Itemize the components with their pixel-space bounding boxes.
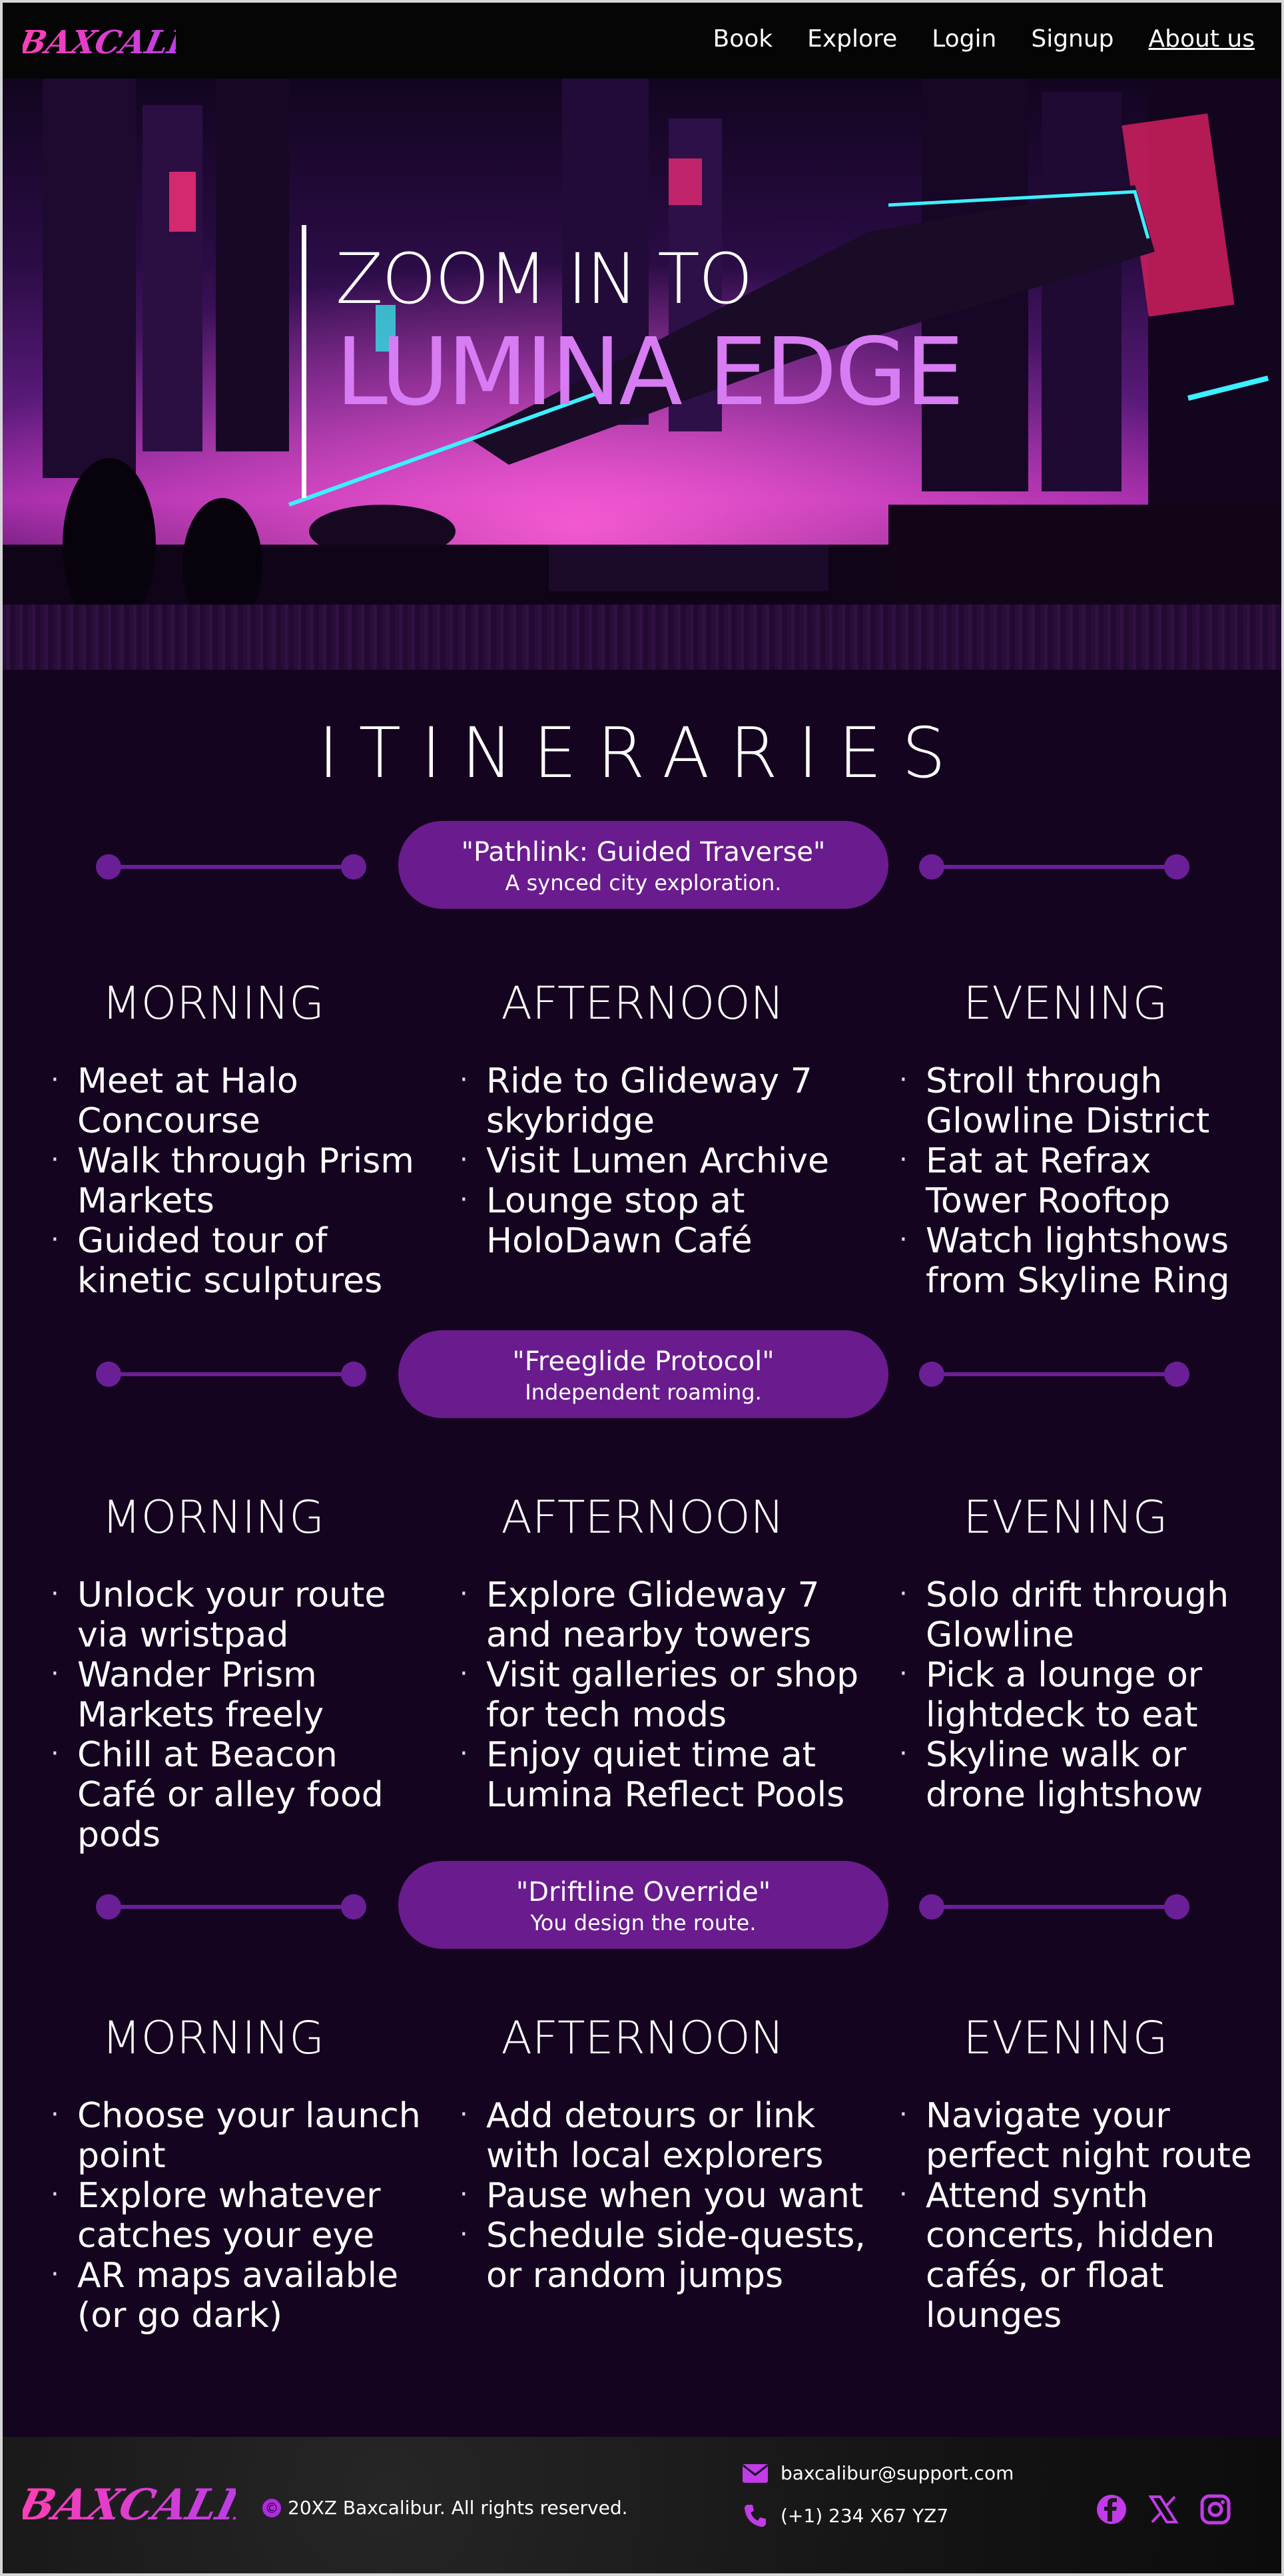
- banner-line: [931, 1372, 1177, 1376]
- email-text: baxcalibur@support.com: [781, 2462, 1014, 2484]
- list-item: AR maps available (or go dark): [51, 2254, 424, 2336]
- svg-text:BAXCALIBUR: BAXCALIBUR: [23, 2480, 236, 2530]
- facebook-icon[interactable]: [1095, 2493, 1128, 2526]
- morning-list: Unlock your route via wristpad Wander Pr…: [51, 1574, 424, 1855]
- nav-explore-link[interactable]: Explore: [807, 25, 897, 53]
- banner-line: [108, 865, 354, 869]
- itinerary-name: "Driftline Override": [515, 1877, 771, 1908]
- column-heading-evening: EVENING: [963, 977, 1168, 1030]
- column-heading-morning: MORNING: [102, 2012, 324, 2065]
- hero-headline-line1: ZOOM IN TO: [336, 238, 753, 320]
- column-heading-afternoon: AFTERNOON: [501, 2012, 785, 2065]
- banner-line: [108, 1372, 354, 1376]
- footer-brand-logo[interactable]: BAXCALIBUR: [23, 2463, 236, 2543]
- phone-icon: [745, 2505, 766, 2527]
- afternoon-list: Explore Glideway 7 and nearby towers Vis…: [460, 1574, 872, 1815]
- svg-text:BAXCALIBUR: BAXCALIBUR: [23, 23, 176, 61]
- afternoon-list: Add detours or link with local explorers…: [460, 2095, 872, 2296]
- banner-dot: [341, 854, 366, 880]
- column-heading-afternoon: AFTERNOON: [501, 977, 785, 1030]
- top-navbar: BAXCALIBUR Book Explore Login Signup Abo…: [3, 3, 1281, 79]
- evening-list: Navigate your perfect night route Attend…: [899, 2095, 1262, 2336]
- site-footer: BAXCALIBUR © 20XZ Baxcalibur. All rights…: [3, 2437, 1281, 2573]
- list-item: Add detours or link with local explorers: [460, 2095, 872, 2176]
- brand-logo[interactable]: BAXCALIBUR: [23, 15, 176, 68]
- list-item: Unlock your route via wristpad: [51, 1574, 424, 1655]
- contact-phone[interactable]: (+1) 234 X67 YZ7: [742, 2502, 948, 2529]
- banner-dot: [1164, 1362, 1189, 1387]
- x-icon[interactable]: [1147, 2493, 1180, 2526]
- list-item: Meet at Halo Concourse: [51, 1060, 424, 1141]
- nav-signup-link[interactable]: Signup: [1031, 25, 1114, 53]
- list-item: Explore whatever catches your eye: [51, 2175, 424, 2256]
- hero-banner: ZOOM IN TO LUMINA EDGE: [3, 79, 1281, 605]
- itinerary-subtitle: Independent roaming.: [525, 1380, 762, 1405]
- column-heading-afternoon: AFTERNOON: [501, 1491, 785, 1544]
- banner-dot: [341, 1894, 366, 1920]
- list-item: Eat at Refrax Tower Rooftop: [899, 1140, 1262, 1221]
- nav-login-link[interactable]: Login: [932, 25, 996, 53]
- itinerary-name: "Freeglide Protocol": [512, 1346, 775, 1377]
- instagram-icon[interactable]: [1199, 2493, 1232, 2526]
- list-item: Attend synth concerts, hidden cafés, or …: [899, 2175, 1262, 2336]
- itinerary-name: "Pathlink: Guided Traverse": [461, 837, 826, 868]
- banner-dot: [1164, 854, 1189, 880]
- itinerary-subtitle: A synced city exploration.: [505, 870, 782, 896]
- itinerary-title-pill[interactable]: "Driftline Override" You design the rout…: [398, 1861, 888, 1949]
- nav-links: Book Explore Login Signup About us: [713, 25, 1255, 53]
- morning-list: Choose your launch point Explore whateve…: [51, 2095, 424, 2336]
- list-item: Solo drift through Glowline: [899, 1574, 1262, 1655]
- hero-texture-strip: [3, 605, 1281, 670]
- list-item: Wander Prism Markets freely: [51, 1654, 424, 1735]
- banner-line: [108, 1905, 354, 1909]
- itinerary-subtitle: You design the route.: [530, 1910, 757, 1935]
- list-item: Walk through Prism Markets: [51, 1140, 424, 1221]
- copyright-icon: ©: [262, 2498, 281, 2517]
- phone-text: (+1) 234 X67 YZ7: [781, 2504, 949, 2527]
- banner-line: [931, 1905, 1177, 1909]
- nav-book-link[interactable]: Book: [713, 25, 773, 53]
- banner-dot: [1164, 1894, 1189, 1920]
- column-heading-morning: MORNING: [102, 977, 324, 1030]
- evening-list: Stroll through Glowline District Eat at …: [899, 1060, 1262, 1301]
- list-item: Choose your launch point: [51, 2095, 424, 2176]
- list-item: Pause when you want: [460, 2175, 872, 2216]
- list-item: Explore Glideway 7 and nearby towers: [460, 1574, 872, 1655]
- evening-list: Solo drift through Glowline Pick a loung…: [899, 1574, 1262, 1815]
- list-item: Stroll through Glowline District: [899, 1060, 1262, 1141]
- banner-dot: [341, 1362, 366, 1387]
- list-item: Skyline walk or drone lightshow: [899, 1734, 1262, 1815]
- banner-line: [931, 865, 1177, 869]
- list-item: Visit Lumen Archive: [460, 1140, 872, 1181]
- itinerary-title-pill[interactable]: "Pathlink: Guided Traverse" A synced cit…: [398, 821, 888, 909]
- list-item: Lounge stop at HoloDawn Café: [460, 1180, 872, 1261]
- section-title: ITINERARIES: [318, 712, 966, 794]
- morning-list: Meet at Halo Concourse Walk through Pris…: [51, 1060, 424, 1301]
- list-item: Pick a lounge or lightdeck to eat: [899, 1654, 1262, 1735]
- hero-headline-line2: LUMINA EDGE: [336, 318, 964, 427]
- itinerary-title-pill[interactable]: "Freeglide Protocol" Independent roaming…: [398, 1330, 888, 1418]
- column-heading-evening: EVENING: [963, 1491, 1168, 1544]
- mail-icon: [743, 2463, 768, 2483]
- list-item: Schedule side-quests, or random jumps: [460, 2214, 872, 2296]
- copyright-text: 20XZ Baxcalibur. All rights reserved.: [288, 2497, 628, 2519]
- afternoon-list: Ride to Glideway 7 skybridge Visit Lumen…: [460, 1060, 872, 1261]
- column-heading-morning: MORNING: [102, 1491, 324, 1544]
- copyright-notice: © 20XZ Baxcalibur. All rights reserved.: [262, 2497, 628, 2519]
- column-heading-evening: EVENING: [963, 2012, 1168, 2065]
- nav-about-link[interactable]: About us: [1149, 25, 1255, 53]
- hero-accent-bar: [302, 225, 306, 498]
- list-item: Guided tour of kinetic sculptures: [51, 1220, 424, 1301]
- contact-email[interactable]: baxcalibur@support.com: [742, 2462, 1014, 2484]
- list-item: Visit galleries or shop for tech mods: [460, 1654, 872, 1735]
- list-item: Watch lightshows from Skyline Ring: [899, 1220, 1262, 1301]
- list-item: Enjoy quiet time at Lumina Reflect Pools: [460, 1734, 872, 1815]
- list-item: Chill at Beacon Café or alley food pods: [51, 1734, 424, 1855]
- list-item: Ride to Glideway 7 skybridge: [460, 1060, 872, 1141]
- list-item: Navigate your perfect night route: [899, 2095, 1262, 2176]
